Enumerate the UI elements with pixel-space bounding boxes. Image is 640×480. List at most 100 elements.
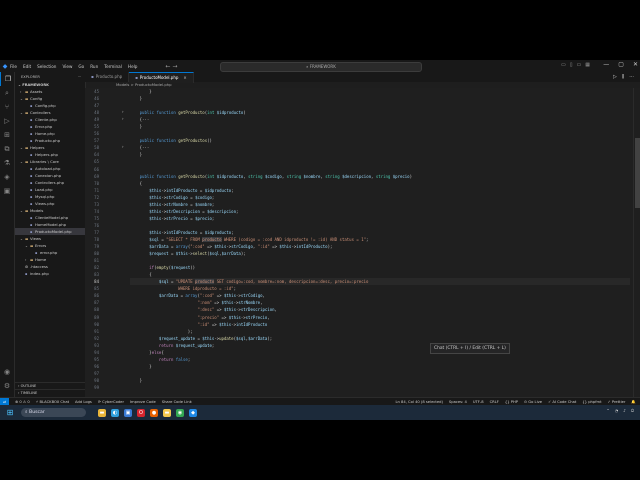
- tree-folder[interactable]: ⌄ ▬ Errors: [15, 242, 85, 249]
- tree-file[interactable]: ▪ error.php: [15, 249, 85, 256]
- more-actions-icon[interactable]: ···: [629, 72, 634, 82]
- tree-file[interactable]: ▪ Load.php: [15, 186, 85, 193]
- fold-chevron-icon[interactable]: ›: [122, 116, 124, 121]
- line-number: 98: [94, 377, 99, 383]
- chrome-icon[interactable]: ◉: [176, 408, 184, 417]
- forward-arrow-icon[interactable]: →: [172, 63, 177, 70]
- tree-file[interactable]: ▪ Views.php: [15, 200, 85, 207]
- tree-folder[interactable]: ⌄ ▬ Helpers: [15, 144, 85, 151]
- tree-folder[interactable]: ⌄ ▬ Views: [15, 235, 85, 242]
- extensions-icon[interactable]: ⊞: [0, 128, 14, 142]
- code-line: {: [149, 272, 152, 278]
- more-actions-icon[interactable]: ···: [78, 72, 81, 82]
- tree-file[interactable]: ▪ index.php: [15, 270, 85, 277]
- network-icon[interactable]: ◔: [615, 408, 619, 413]
- tree-file[interactable]: ▪ Helpers.php: [15, 151, 85, 158]
- run-debug-icon[interactable]: ▷: [0, 114, 14, 128]
- tree-file[interactable]: ▪ Controllers.php: [15, 179, 85, 186]
- code-area[interactable]: } }​ public function getProducto(int $id…: [130, 88, 630, 397]
- opera-icon[interactable]: O: [137, 408, 145, 417]
- menu-run[interactable]: Run: [90, 64, 98, 69]
- power-icon[interactable]: ⏻: [631, 408, 634, 413]
- maximize-icon[interactable]: ▢: [618, 61, 624, 68]
- tree-folder[interactable]: ⌄ ▬ Models: [15, 207, 85, 214]
- close-icon[interactable]: ✕: [633, 61, 638, 68]
- tree-file[interactable]: ▪ Conexion.php: [15, 172, 85, 179]
- blackbox-icon[interactable]: ▣: [0, 184, 14, 198]
- layout-toggle-icon[interactable]: ▭: [561, 62, 566, 68]
- taskbar-search[interactable]: ⌕ Buscar: [21, 408, 86, 417]
- edge-icon[interactable]: ◐: [111, 408, 119, 417]
- source-control-icon[interactable]: ⑂: [0, 100, 14, 114]
- tree-folder[interactable]: ⌄ ▬ Config: [15, 95, 85, 102]
- code-line: ​: [130, 158, 630, 165]
- menu-help[interactable]: Help: [128, 64, 138, 69]
- code-editor[interactable]: 45 46 47 48 › 49 › 55 56 57 58 › 64 65 66 69 70 71 72 73 74 7…: [85, 88, 633, 397]
- explorer-icon[interactable]: ❐: [0, 72, 15, 86]
- menu-file[interactable]: File: [10, 64, 17, 69]
- folder-icon[interactable]: ▬: [163, 408, 171, 417]
- timeline-section[interactable]: › TIMELINE: [15, 389, 88, 397]
- store-icon[interactable]: ▣: [124, 408, 132, 417]
- layout-toggle-icon[interactable]: ▯: [570, 62, 573, 68]
- fold-chevron-icon[interactable]: ›: [122, 144, 124, 149]
- explorer-header: EXPLORER ···: [15, 72, 85, 82]
- show-hidden-icons-icon[interactable]: ⌃: [606, 408, 609, 413]
- tree-file[interactable]: ▪ Error.php: [15, 123, 85, 130]
- inline-chat-hint[interactable]: Chat (CTRL + I) / Edit (CTRL + L): [430, 343, 510, 354]
- line-number: 49: [94, 117, 99, 123]
- fold-chevron-icon[interactable]: ›: [122, 109, 124, 114]
- tree-label: HomeModel.php: [35, 222, 67, 227]
- vscode-logo-icon: ◆: [2, 62, 8, 70]
- docker-icon[interactable]: ◈: [0, 170, 14, 184]
- line-number: 73: [94, 201, 99, 207]
- tree-file[interactable]: ▪ HomeModel.php: [15, 221, 85, 228]
- volume-icon[interactable]: ♪: [623, 408, 626, 413]
- menu-go[interactable]: Go: [78, 64, 84, 69]
- split-editor-icon[interactable]: ⫼: [622, 72, 624, 82]
- file-explorer-icon[interactable]: ▬: [98, 408, 106, 417]
- tab-label: Producto.php: [95, 74, 123, 79]
- tree-file[interactable]: ⚙ .htaccess: [15, 263, 85, 270]
- layout-toggle-icon[interactable]: ▭: [577, 62, 582, 68]
- code-line: }: [139, 152, 143, 158]
- remote-explorer-icon[interactable]: ⧉: [0, 142, 14, 156]
- tree-file[interactable]: ▪ Mysql.php: [15, 193, 85, 200]
- firefox-icon[interactable]: ●: [150, 408, 158, 417]
- search-icon[interactable]: ⌕: [0, 86, 14, 100]
- tree-file[interactable]: ▪ Home.php: [15, 130, 85, 137]
- settings-gear-icon[interactable]: ⚙: [0, 379, 14, 393]
- testing-icon[interactable]: ⚗: [0, 156, 14, 170]
- tree-file[interactable]: ▪ ProductoModel.php: [15, 228, 85, 235]
- minimize-icon[interactable]: —: [603, 61, 609, 68]
- code-line: $this->strDescripcion = $descripcion;: [149, 208, 239, 214]
- command-center-search[interactable]: ⌕ FRAMEWORK: [220, 62, 422, 72]
- tree-file[interactable]: ▪ Producto.php: [15, 137, 85, 144]
- menu-view[interactable]: View: [62, 64, 72, 69]
- tree-file[interactable]: ▪ ClienteModel.php: [15, 214, 85, 221]
- run-icon[interactable]: ▷: [613, 72, 617, 82]
- menu-terminal[interactable]: Terminal: [104, 64, 122, 69]
- menu-selection[interactable]: Selection: [37, 64, 56, 69]
- layout-toggle-icon[interactable]: ▦: [585, 62, 590, 68]
- tree-folder[interactable]: › ▬ Assets: [15, 88, 85, 95]
- tree-folder[interactable]: ⌄ ▬ Libraries \ Core: [15, 158, 85, 165]
- account-icon[interactable]: ◉: [0, 365, 14, 379]
- start-button[interactable]: ⊞: [5, 408, 15, 418]
- tree-folder[interactable]: ⌄ ▬ Controllers: [15, 109, 85, 116]
- line-number: 66: [94, 166, 99, 172]
- editor-scrollbar[interactable]: [633, 88, 640, 397]
- tree-label: Home: [35, 257, 47, 262]
- tab-producto-php[interactable]: ▪ Producto.php: [85, 72, 130, 82]
- tree-file[interactable]: ▪ Autoload.php: [15, 165, 85, 172]
- code-line: }: [139, 124, 143, 130]
- tree-folder[interactable]: › ▬ Home: [15, 256, 85, 263]
- tree-file[interactable]: ▪ Cliente.php: [15, 116, 85, 123]
- tree-file[interactable]: ▪ Config.php: [15, 102, 85, 109]
- menu-edit[interactable]: Edit: [23, 64, 31, 69]
- vscode-icon[interactable]: ◆: [189, 408, 197, 417]
- back-arrow-icon[interactable]: ←: [165, 63, 170, 70]
- line-number: 93: [94, 342, 99, 348]
- scrollbar-thumb[interactable]: [635, 138, 640, 208]
- line-number: 56: [94, 131, 99, 137]
